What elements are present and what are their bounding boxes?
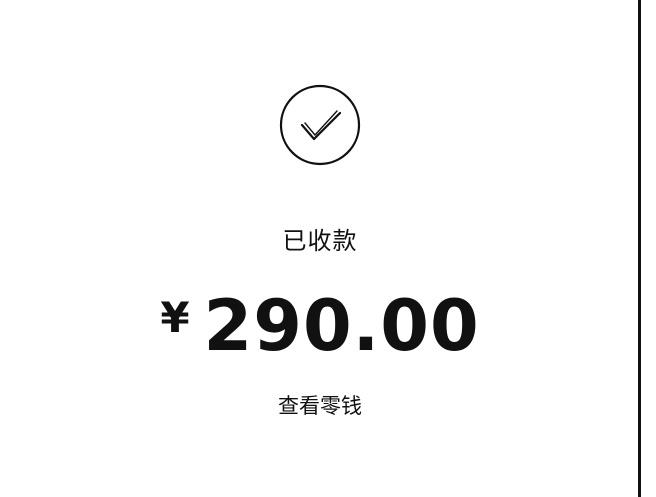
- payment-status-label: 已收款: [282, 227, 358, 255]
- amount-value: 290.00: [203, 285, 480, 367]
- view-change-link[interactable]: 查看零钱: [0, 392, 640, 420]
- currency-symbol: ¥: [160, 293, 190, 342]
- check-circle-icon: [278, 83, 362, 167]
- payment-amount: ¥ 290.00: [0, 286, 640, 366]
